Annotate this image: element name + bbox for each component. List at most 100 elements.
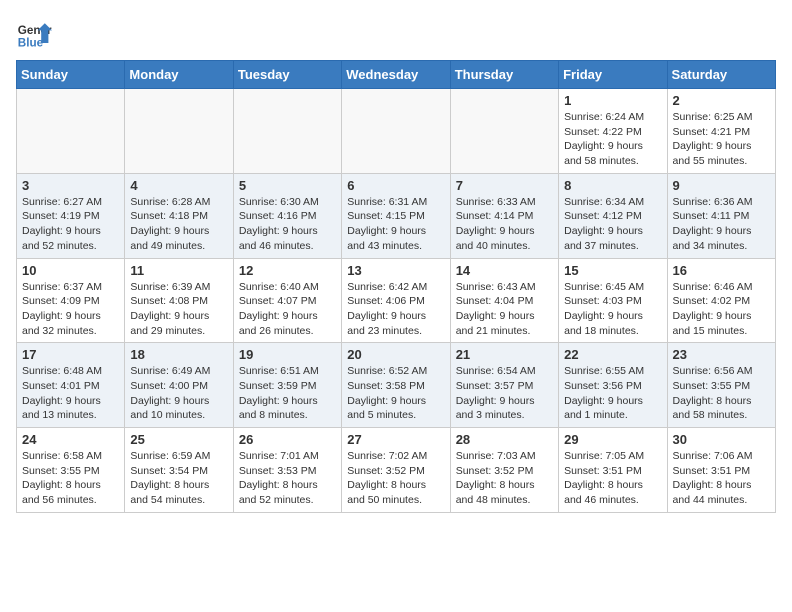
day-info: Sunrise: 6:30 AM Sunset: 4:16 PM Dayligh… (239, 195, 336, 254)
day-number: 4 (130, 178, 227, 193)
day-info: Sunrise: 6:52 AM Sunset: 3:58 PM Dayligh… (347, 364, 444, 423)
day-info: Sunrise: 6:40 AM Sunset: 4:07 PM Dayligh… (239, 280, 336, 339)
logo: General Blue (16, 16, 52, 52)
calendar-day-cell: 7 Sunrise: 6:33 AM Sunset: 4:14 PM Daylig… (450, 173, 558, 258)
day-info: Sunrise: 6:58 AM Sunset: 3:55 PM Dayligh… (22, 449, 119, 508)
day-number: 8 (564, 178, 661, 193)
calendar-day-cell: 27 Sunrise: 7:02 AM Sunset: 3:52 PM Dayli… (342, 428, 450, 513)
calendar-day-cell: 12 Sunrise: 6:40 AM Sunset: 4:07 PM Dayli… (233, 258, 341, 343)
day-info: Sunrise: 6:43 AM Sunset: 4:04 PM Dayligh… (456, 280, 553, 339)
calendar-day-cell: 16 Sunrise: 6:46 AM Sunset: 4:02 PM Dayli… (667, 258, 775, 343)
day-info: Sunrise: 6:42 AM Sunset: 4:06 PM Dayligh… (347, 280, 444, 339)
weekday-header-cell: Wednesday (342, 61, 450, 89)
calendar-day-cell: 26Sunrise: 7:01 AM Sunset: 3:53 PM Dayli… (233, 428, 341, 513)
day-info: Sunrise: 6:56 AM Sunset: 3:55 PM Dayligh… (673, 364, 770, 423)
day-number: 21 (456, 347, 553, 362)
day-info: Sunrise: 6:28 AM Sunset: 4:18 PM Dayligh… (130, 195, 227, 254)
day-info: Sunrise: 6:27 AM Sunset: 4:19 PM Dayligh… (22, 195, 119, 254)
calendar-day-cell: 18Sunrise: 6:49 AM Sunset: 4:00 PM Dayli… (125, 343, 233, 428)
calendar-day-cell: 1Sunrise: 6:24 AM Sunset: 4:22 PM Daylig… (559, 89, 667, 174)
day-number: 20 (347, 347, 444, 362)
page-header: General Blue (16, 16, 776, 52)
calendar-day-cell (342, 89, 450, 174)
day-number: 27 (347, 432, 444, 447)
day-number: 24 (22, 432, 119, 447)
day-number: 28 (456, 432, 553, 447)
day-info: Sunrise: 6:31 AM Sunset: 4:15 PM Dayligh… (347, 195, 444, 254)
calendar-body: 1Sunrise: 6:24 AM Sunset: 4:22 PM Daylig… (17, 89, 776, 513)
weekday-header-cell: Saturday (667, 61, 775, 89)
day-info: Sunrise: 7:03 AM Sunset: 3:52 PM Dayligh… (456, 449, 553, 508)
day-number: 17 (22, 347, 119, 362)
day-info: Sunrise: 7:05 AM Sunset: 3:51 PM Dayligh… (564, 449, 661, 508)
day-number: 19 (239, 347, 336, 362)
calendar-day-cell: 10 Sunrise: 6:37 AM Sunset: 4:09 PM Dayli… (17, 258, 125, 343)
day-info: Sunrise: 7:06 AM Sunset: 3:51 PM Dayligh… (673, 449, 770, 508)
day-info: Sunrise: 6:45 AM Sunset: 4:03 PM Dayligh… (564, 280, 661, 339)
calendar-day-cell: 20 Sunrise: 6:52 AM Sunset: 3:58 PM Dayli… (342, 343, 450, 428)
calendar-day-cell: 11 Sunrise: 6:39 AM Sunset: 4:08 PM Dayli… (125, 258, 233, 343)
weekday-header-row: SundayMondayTuesdayWednesdayThursdayFrid… (17, 61, 776, 89)
day-info: Sunrise: 7:02 AM Sunset: 3:52 PM Dayligh… (347, 449, 444, 508)
calendar-day-cell: 14 Sunrise: 6:43 AM Sunset: 4:04 PM Dayli… (450, 258, 558, 343)
day-number: 25 (130, 432, 227, 447)
day-number: 10 (22, 263, 119, 278)
day-info: Sunrise: 6:51 AM Sunset: 3:59 PM Dayligh… (239, 364, 336, 423)
calendar-day-cell: 17 Sunrise: 6:48 AM Sunset: 4:01 PM Dayli… (17, 343, 125, 428)
calendar-week-row: 3 Sunrise: 6:27 AM Sunset: 4:19 PM Daylig… (17, 173, 776, 258)
day-number: 22 (564, 347, 661, 362)
day-number: 11 (130, 263, 227, 278)
calendar-day-cell (450, 89, 558, 174)
calendar-week-row: 10 Sunrise: 6:37 AM Sunset: 4:09 PM Dayli… (17, 258, 776, 343)
weekday-header-cell: Monday (125, 61, 233, 89)
day-info: Sunrise: 6:59 AM Sunset: 3:54 PM Dayligh… (130, 449, 227, 508)
calendar-day-cell (233, 89, 341, 174)
svg-text:Blue: Blue (18, 37, 44, 50)
day-info: Sunrise: 6:39 AM Sunset: 4:08 PM Dayligh… (130, 280, 227, 339)
calendar-table: SundayMondayTuesdayWednesdayThursdayFrid… (16, 60, 776, 513)
calendar-day-cell: 9Sunrise: 6:36 AM Sunset: 4:11 PM Daylig… (667, 173, 775, 258)
day-info: Sunrise: 6:37 AM Sunset: 4:09 PM Dayligh… (22, 280, 119, 339)
day-number: 18 (130, 347, 227, 362)
day-number: 6 (347, 178, 444, 193)
day-info: Sunrise: 6:55 AM Sunset: 3:56 PM Dayligh… (564, 364, 661, 423)
day-number: 16 (673, 263, 770, 278)
logo-icon: General Blue (16, 16, 52, 52)
day-info: Sunrise: 7:01 AM Sunset: 3:53 PM Dayligh… (239, 449, 336, 508)
day-number: 29 (564, 432, 661, 447)
weekday-header-cell: Friday (559, 61, 667, 89)
calendar-day-cell (17, 89, 125, 174)
calendar-day-cell: 21 Sunrise: 6:54 AM Sunset: 3:57 PM Dayli… (450, 343, 558, 428)
day-number: 14 (456, 263, 553, 278)
day-info: Sunrise: 6:46 AM Sunset: 4:02 PM Dayligh… (673, 280, 770, 339)
day-number: 12 (239, 263, 336, 278)
calendar-day-cell: 19 Sunrise: 6:51 AM Sunset: 3:59 PM Dayli… (233, 343, 341, 428)
day-info: Sunrise: 6:24 AM Sunset: 4:22 PM Dayligh… (564, 110, 661, 169)
day-info: Sunrise: 6:48 AM Sunset: 4:01 PM Dayligh… (22, 364, 119, 423)
calendar-day-cell: 5 Sunrise: 6:30 AM Sunset: 4:16 PM Daylig… (233, 173, 341, 258)
day-info: Sunrise: 6:33 AM Sunset: 4:14 PM Dayligh… (456, 195, 553, 254)
calendar-day-cell: 15 Sunrise: 6:45 AM Sunset: 4:03 PM Dayli… (559, 258, 667, 343)
calendar-day-cell: 24 Sunrise: 6:58 AM Sunset: 3:55 PM Dayli… (17, 428, 125, 513)
calendar-day-cell: 28 Sunrise: 7:03 AM Sunset: 3:52 PM Dayli… (450, 428, 558, 513)
calendar-day-cell: 2Sunrise: 6:25 AM Sunset: 4:21 PM Daylig… (667, 89, 775, 174)
calendar-week-row: 1Sunrise: 6:24 AM Sunset: 4:22 PM Daylig… (17, 89, 776, 174)
calendar-week-row: 17 Sunrise: 6:48 AM Sunset: 4:01 PM Dayli… (17, 343, 776, 428)
calendar-week-row: 24 Sunrise: 6:58 AM Sunset: 3:55 PM Dayli… (17, 428, 776, 513)
day-number: 5 (239, 178, 336, 193)
weekday-header-cell: Tuesday (233, 61, 341, 89)
day-number: 3 (22, 178, 119, 193)
day-number: 13 (347, 263, 444, 278)
calendar-day-cell: 30Sunrise: 7:06 AM Sunset: 3:51 PM Dayli… (667, 428, 775, 513)
calendar-day-cell: 4 Sunrise: 6:28 AM Sunset: 4:18 PM Daylig… (125, 173, 233, 258)
day-number: 7 (456, 178, 553, 193)
calendar-day-cell: 13 Sunrise: 6:42 AM Sunset: 4:06 PM Dayli… (342, 258, 450, 343)
calendar-day-cell: 23Sunrise: 6:56 AM Sunset: 3:55 PM Dayli… (667, 343, 775, 428)
calendar-day-cell: 6 Sunrise: 6:31 AM Sunset: 4:15 PM Daylig… (342, 173, 450, 258)
calendar-day-cell: 29 Sunrise: 7:05 AM Sunset: 3:51 PM Dayli… (559, 428, 667, 513)
calendar-day-cell (125, 89, 233, 174)
day-info: Sunrise: 6:25 AM Sunset: 4:21 PM Dayligh… (673, 110, 770, 169)
day-info: Sunrise: 6:34 AM Sunset: 4:12 PM Dayligh… (564, 195, 661, 254)
day-number: 15 (564, 263, 661, 278)
day-info: Sunrise: 6:54 AM Sunset: 3:57 PM Dayligh… (456, 364, 553, 423)
